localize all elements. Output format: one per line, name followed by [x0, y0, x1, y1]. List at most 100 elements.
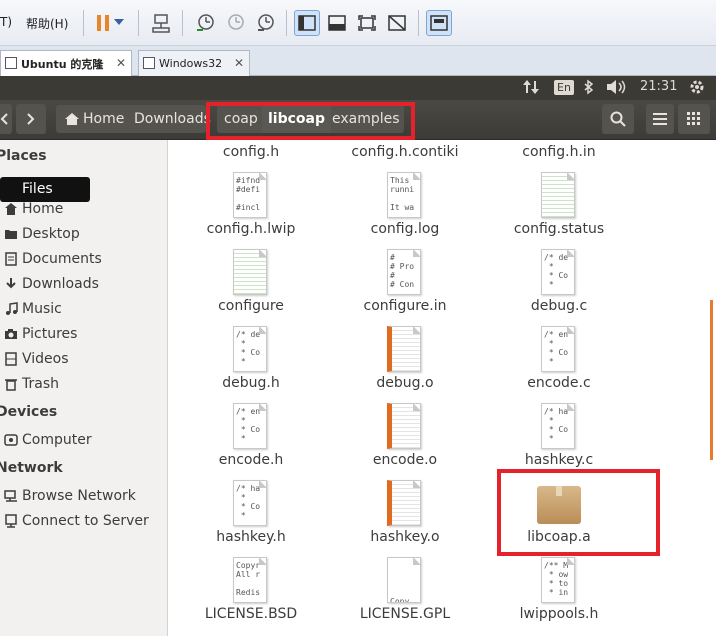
vm-icon	[5, 57, 17, 69]
file-item[interactable]: #ifnd #defi #incl config.h.lwip	[176, 172, 326, 242]
file-name: debug.o	[376, 375, 434, 391]
file-item[interactable]: /* de * * Co * debug.h	[176, 326, 326, 396]
sidebar-item-documents[interactable]: Documents	[4, 251, 102, 267]
snapshot-revert-icon[interactable]	[222, 10, 248, 36]
view-tabbed-icon[interactable]	[324, 10, 350, 36]
breadcrumb-label: coap	[224, 111, 258, 127]
sidebar-item-connect-to-server[interactable]: Connect to Server	[4, 513, 149, 529]
file-item[interactable]: encode.o	[330, 403, 480, 473]
toolbar-separator	[418, 10, 419, 36]
bluetooth-icon[interactable]	[584, 79, 594, 99]
file-item[interactable]: /* ha * * Co * hashkey.c	[484, 403, 634, 473]
sidebar-heading-places: Places	[0, 148, 47, 164]
c-header-icon: /* en * * Co *	[233, 403, 267, 449]
search-icon	[610, 111, 626, 127]
file-name: config.h.lwip	[206, 221, 296, 237]
file-item[interactable]: /* en * * Co * encode.c	[484, 326, 634, 396]
file-item[interactable]: Copy LICENSE.GPL	[330, 557, 480, 627]
file-item[interactable]: libcoap.a	[484, 480, 634, 550]
sidebar-item-desktop[interactable]: Desktop	[4, 226, 80, 242]
file-item[interactable]: hashkey.o	[330, 480, 480, 550]
breadcrumb-downloads[interactable]: Downloads	[128, 105, 217, 133]
music-icon	[6, 302, 18, 315]
gear-icon[interactable]	[688, 79, 706, 99]
c-header-icon: /** M * ow * to * in	[541, 557, 575, 603]
breadcrumb-coap[interactable]: coap	[218, 105, 264, 133]
sidebar-item-trash[interactable]: Trash	[4, 376, 59, 392]
film-icon	[5, 352, 17, 366]
view-console-icon[interactable]	[294, 10, 320, 36]
menu-item-help[interactable]: 帮助(H)	[26, 15, 68, 32]
file-item[interactable]: config.h.contiki	[330, 144, 480, 160]
send-keys-icon[interactable]	[148, 10, 174, 36]
file-item[interactable]: debug.o	[330, 326, 480, 396]
fullscreen-icon[interactable]	[354, 10, 380, 36]
scrollbar-indicator[interactable]	[710, 300, 713, 460]
file-name: config.log	[370, 221, 440, 237]
download-icon	[6, 278, 16, 289]
folder-icon	[5, 230, 17, 239]
file-item[interactable]: /* ha * * Co * hashkey.h	[176, 480, 326, 550]
file-name: config.h.in	[522, 144, 596, 160]
file-manager-header: Home Downloads coap libcoap examples	[0, 100, 716, 140]
sidebar-item-music[interactable]: Music	[4, 301, 62, 317]
breadcrumb-libcoap[interactable]: libcoap	[262, 105, 332, 133]
volume-icon[interactable]	[606, 79, 628, 99]
file-item[interactable]: /* en * * Co * encode.h	[176, 403, 326, 473]
tab-windows32[interactable]: Windows32 ✕	[138, 50, 250, 76]
breadcrumb-home[interactable]: Home	[58, 105, 130, 133]
trash-icon	[5, 379, 17, 391]
close-icon[interactable]: ✕	[116, 56, 126, 70]
file-item[interactable]: /* de * * Co * debug.c	[484, 249, 634, 319]
file-item[interactable]: config.status	[484, 172, 634, 242]
object-file-icon	[387, 480, 421, 526]
snapshot-take-icon[interactable]	[192, 10, 218, 36]
sidebar-item-downloads[interactable]: Downloads	[4, 276, 99, 292]
sidebar-item-pictures[interactable]: Pictures	[4, 326, 77, 342]
c-header-icon: /* ha * * Co *	[233, 480, 267, 526]
tab-ubuntu-clone[interactable]: Ubuntu 的克隆 ✕	[0, 50, 132, 76]
menu-item-partial[interactable]: T)	[0, 15, 12, 29]
tab-label: Ubuntu 的克隆	[21, 57, 104, 71]
list-view-button[interactable]	[646, 104, 674, 134]
sidebar-item-computer[interactable]: Computer	[4, 432, 92, 448]
sidebar-heading-devices: Devices	[0, 404, 58, 420]
file-name: config.h.contiki	[351, 144, 459, 160]
close-icon[interactable]: ✕	[234, 56, 244, 70]
sidebar-item-label: Desktop	[22, 226, 80, 242]
ubuntu-top-panel: En 21:31	[0, 76, 716, 100]
file-item[interactable]: This runni It wa config.log	[330, 172, 480, 242]
forward-button[interactable]	[16, 104, 46, 134]
sidebar-item-browse-network[interactable]: Browse Network	[4, 488, 136, 504]
grid-view-button[interactable]	[678, 104, 710, 134]
network-arrows-icon[interactable]	[522, 79, 540, 99]
snapshot-manager-icon[interactable]	[252, 10, 278, 36]
network-icon	[4, 490, 17, 502]
file-item[interactable]: # # Pro # # Con configure.in	[330, 249, 480, 319]
hard-drive-icon	[4, 434, 18, 446]
file-grid: config.h config.h.contiki config.h.in #i…	[169, 140, 716, 636]
unity-icon[interactable]	[384, 10, 410, 36]
sidebar-item-videos[interactable]: Videos	[4, 351, 69, 367]
search-button[interactable]	[602, 104, 634, 134]
places-sidebar: Places Home Desktop Documents Downloads …	[0, 140, 168, 636]
script-file-icon	[541, 172, 575, 218]
file-item[interactable]: configure	[176, 249, 326, 319]
clock[interactable]: 21:31	[640, 79, 677, 94]
file-item[interactable]: config.h	[176, 144, 326, 160]
back-button[interactable]	[0, 104, 12, 134]
text-file-icon: # # Pro # # Con	[387, 249, 421, 295]
keyboard-layout-indicator[interactable]: En	[554, 80, 574, 95]
file-item[interactable]: Copyr All r Redis LICENSE.BSD	[176, 557, 326, 627]
file-name: config.status	[513, 221, 605, 237]
thumbnail-icon[interactable]	[426, 10, 452, 36]
dropdown-arrow-icon[interactable]	[112, 10, 126, 36]
file-item[interactable]: config.h.in	[484, 144, 634, 160]
file-item[interactable]: /** M * ow * to * in lwippools.h	[484, 557, 634, 627]
sidebar-item-label: Music	[22, 301, 62, 317]
sidebar-item-label: Trash	[22, 376, 59, 392]
file-name: libcoap.a	[527, 529, 591, 545]
breadcrumb-examples[interactable]: examples	[326, 105, 406, 133]
breadcrumb-label: examples	[332, 111, 400, 127]
sidebar-item-home[interactable]: Home	[4, 201, 63, 217]
